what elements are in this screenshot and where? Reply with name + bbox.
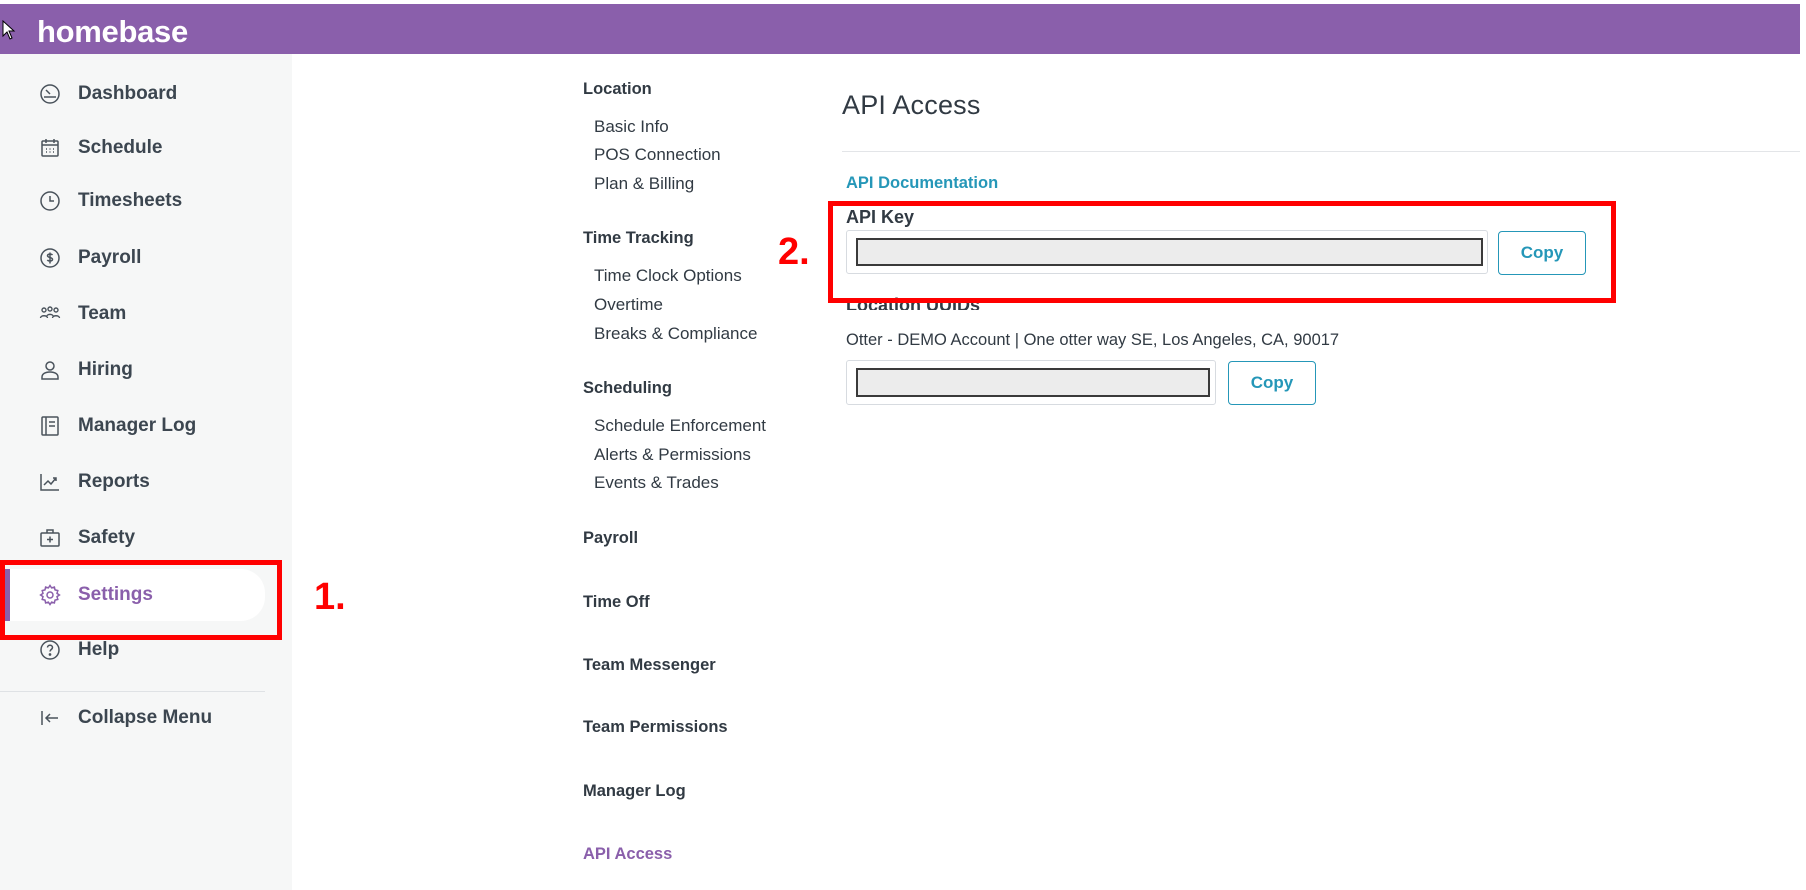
- app-window: homebase Dashboard Schedule Timesheets P…: [0, 0, 1806, 890]
- sidebar-item-label: Schedule: [78, 137, 163, 158]
- dashboard-gauge-icon: [38, 82, 62, 106]
- sidebar-item-label: Dashboard: [78, 83, 178, 104]
- subnav-link-payroll[interactable]: Payroll: [583, 529, 638, 548]
- sidebar-item-label: Safety: [78, 527, 136, 548]
- subnav-link-breaks-compliance[interactable]: Breaks & Compliance: [594, 324, 757, 344]
- clock-icon: [38, 189, 62, 213]
- subnav-link-manager-log[interactable]: Manager Log: [583, 782, 686, 801]
- sidebar-item-schedule[interactable]: Schedule: [0, 122, 265, 174]
- location-name-address: Otter - DEMO Account | One otter way SE,…: [846, 331, 1340, 349]
- help-circle-icon: [38, 638, 62, 662]
- subnav-link-basic-info[interactable]: Basic Info: [594, 117, 669, 137]
- title-divider: [842, 151, 1800, 152]
- subnav-link-overtime[interactable]: Overtime: [594, 295, 663, 315]
- subnav-link-events-trades[interactable]: Events & Trades: [594, 473, 719, 493]
- subnav-link-alerts-permissions[interactable]: Alerts & Permissions: [594, 445, 751, 465]
- sidebar: Dashboard Schedule Timesheets Payroll Te: [0, 54, 292, 890]
- api-documentation-link[interactable]: API Documentation: [846, 174, 998, 193]
- subnav-section-scheduling: Scheduling: [583, 379, 672, 397]
- page-title: API Access: [842, 90, 981, 120]
- subnav-section-time-tracking: Time Tracking: [583, 229, 694, 247]
- sidebar-item-reports[interactable]: Reports: [0, 456, 265, 508]
- sidebar-item-team[interactable]: Team: [0, 288, 265, 340]
- subnav-link-team-permissions[interactable]: Team Permissions: [583, 718, 728, 737]
- calendar-icon: [38, 136, 62, 160]
- sidebar-item-dashboard[interactable]: Dashboard: [0, 68, 265, 120]
- subnav-link-plan-billing[interactable]: Plan & Billing: [594, 174, 694, 194]
- subnav-link-schedule-enforcement[interactable]: Schedule Enforcement: [594, 416, 766, 436]
- subnav-link-pos-connection[interactable]: POS Connection: [594, 145, 721, 165]
- collapse-menu-button[interactable]: Collapse Menu: [0, 692, 265, 744]
- homebase-logo[interactable]: homebase: [37, 14, 188, 50]
- sidebar-item-label: Reports: [78, 471, 150, 492]
- dollar-circle-icon: [38, 246, 62, 270]
- location-uuid-input[interactable]: [856, 368, 1210, 397]
- annotation-step-1: 1.: [314, 576, 346, 618]
- person-icon: [38, 358, 62, 382]
- subnav-link-time-off[interactable]: Time Off: [583, 593, 650, 612]
- sidebar-item-timesheets[interactable]: Timesheets: [0, 175, 265, 227]
- sidebar-item-label: Manager Log: [78, 415, 197, 436]
- sidebar-item-label: Team: [78, 303, 127, 324]
- sidebar-item-safety[interactable]: Safety: [0, 512, 265, 564]
- top-header-bar: homebase: [0, 4, 1800, 54]
- copy-location-uuid-button[interactable]: Copy: [1228, 361, 1316, 405]
- collapse-arrow-icon: [38, 706, 62, 730]
- sidebar-item-label: Help: [78, 639, 120, 660]
- subnav-link-team-messenger[interactable]: Team Messenger: [583, 656, 716, 675]
- sidebar-item-hiring[interactable]: Hiring: [0, 344, 265, 396]
- first-aid-icon: [38, 526, 62, 550]
- sidebar-item-label: Timesheets: [78, 190, 183, 211]
- sidebar-item-payroll[interactable]: Payroll: [0, 232, 265, 284]
- mouse-cursor-icon: [2, 20, 16, 40]
- collapse-menu-label: Collapse Menu: [78, 707, 213, 728]
- subnav-link-time-clock-options[interactable]: Time Clock Options: [594, 266, 742, 286]
- annotation-box-api-key: [828, 201, 1616, 303]
- subnav-link-api-access[interactable]: API Access: [583, 845, 672, 864]
- annotation-step-2: 2.: [778, 231, 810, 273]
- chart-icon: [38, 470, 62, 494]
- notebook-icon: [38, 414, 62, 438]
- sidebar-item-label: Hiring: [78, 359, 133, 380]
- sidebar-item-label: Payroll: [78, 247, 142, 268]
- sidebar-item-manager-log[interactable]: Manager Log: [0, 400, 265, 452]
- team-icon: [38, 302, 62, 326]
- annotation-box-settings: [0, 560, 282, 640]
- subnav-section-location: Location: [583, 80, 652, 98]
